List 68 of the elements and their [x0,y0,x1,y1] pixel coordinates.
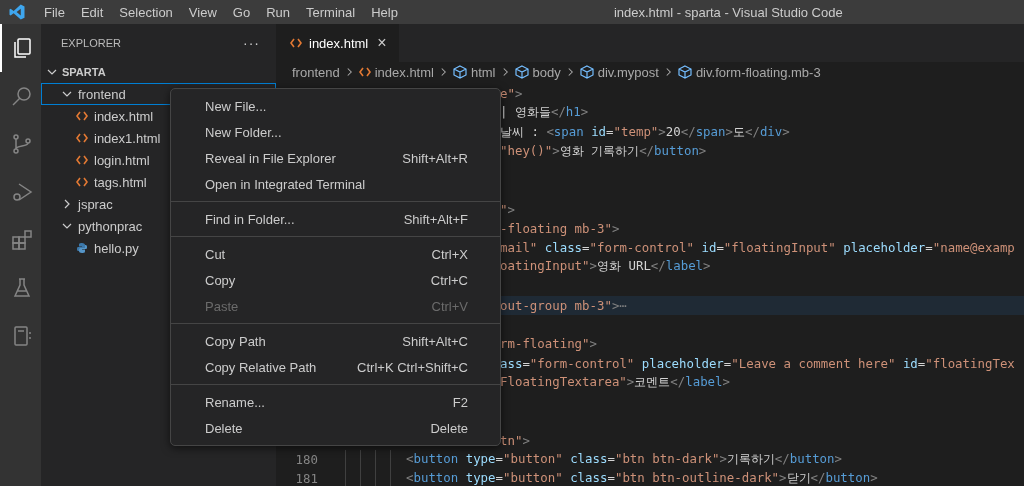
code-brackets-icon [76,177,88,187]
cube-icon [514,65,529,79]
code-brackets-icon [76,111,88,121]
code-line: tn"> [500,432,530,448]
menu-item[interactable]: Rename... F2 [175,389,496,415]
menu-bar-item[interactable]: Terminal [298,4,364,20]
editor-tab[interactable]: index.html × [276,24,399,62]
menu-bar-item[interactable]: View [180,4,225,20]
chevron-icon [664,67,672,77]
menu-item[interactable]: Copy Relative Path Ctrl+K Ctrl+Shift+C [175,354,496,380]
code-line: -floating mb-3"> [500,220,620,236]
menu-bar-item[interactable]: Edit [72,4,112,20]
code-line: mail" class="form-control" id="floatingInput" placeholder="name@examp [500,240,1015,256]
more-actions-button[interactable]: ··· [243,34,260,51]
workspace-name: SPARTA [62,66,106,78]
explorer-title: EXPLORER [61,36,121,49]
breadcrumb-item[interactable]: div.form-floating.mb-3 [695,64,821,80]
chevron-icon [62,89,72,99]
tab-label: index.html [309,35,369,51]
menu-item[interactable]: New Folder... [175,119,496,145]
menu-item[interactable]: Copy Ctrl+C [175,267,496,293]
code-brackets-icon [290,38,302,48]
code-line: | 영화들</h1> [500,104,589,122]
code-brackets-icon [76,133,88,143]
breadcrumb-item[interactable]: body [532,64,561,80]
code-line: e"> [500,86,523,102]
menu-bar-item[interactable]: Help [363,4,406,20]
breadcrumb-item[interactable]: frontend [292,64,340,80]
line-number: 180 [295,451,318,467]
menu-item[interactable]: Delete Delete [175,415,496,441]
code-line: 날씨 : <span id="temp">20</span>도</div> [500,123,790,141]
code-line: "hey()">영화 기록하기</button> [500,142,707,160]
code-line: rm-floating"> [500,336,597,352]
breadcrumb-item[interactable]: html [470,64,496,80]
code-line: ass="form-control" placeholder="Leave a comment here" id="floatingTex [500,355,1015,371]
code-line: "> [500,201,515,217]
window-title: index.html - sparta - Visual Studio Code [613,4,843,20]
code-brackets-icon [358,67,371,77]
code-line: oatingInput">영화 URL</label> [500,258,711,276]
menu-item[interactable]: Cut Ctrl+X [175,241,496,267]
app-logo-icon [8,3,26,21]
line-number: 181 [295,471,318,486]
chevron-icon [62,221,72,231]
chevron-icon [439,67,447,77]
close-button[interactable]: × [375,34,389,52]
code-line: <button type="button" class="btn btn-dark">기록하기</button> [406,450,842,468]
chevron-icon [345,67,353,77]
menu-bar-item[interactable]: Selection [111,4,181,20]
cube-icon [579,65,594,79]
code-line: FloatingTextarea">코멘트</label> [500,373,730,391]
code-line: out-group mb-3">⋯ [500,297,627,313]
cube-icon [452,65,467,79]
code-brackets-icon [76,155,88,165]
cube-icon [677,65,692,79]
code-line: <button type="button" class="btn btn-outline-dark">닫기</button> [406,470,878,486]
menu-item[interactable]: Copy Path Shift+Alt+C [175,328,496,354]
breadcrumb-item[interactable]: div.mypost [597,64,659,80]
menu-bar-item[interactable]: File [36,4,73,20]
chevron-icon [62,199,72,209]
chevron-icon [47,67,57,77]
chevron-icon [566,67,574,77]
menu-item[interactable]: Reveal in File Explorer Shift+Alt+R [175,145,496,171]
menu-bar-item[interactable]: Go [224,4,259,20]
workspace-folder[interactable]: SPARTA [41,61,276,83]
chevron-icon [501,67,509,77]
menu-bar-item[interactable]: Run [258,4,298,20]
breadcrumb-item[interactable]: index.html [374,64,434,80]
python-file-icon [76,242,88,254]
